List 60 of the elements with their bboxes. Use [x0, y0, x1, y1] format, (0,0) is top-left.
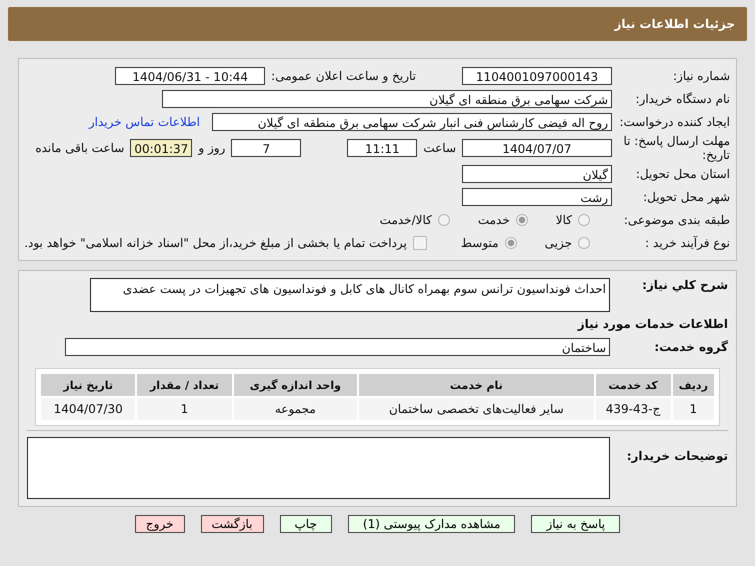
table-cell: 1404/07/30 — [41, 398, 136, 420]
radio-button[interactable] — [578, 237, 590, 249]
field-label: مهلت ارسال پاسخ: تا تاریخ: — [622, 134, 730, 162]
table-cell: مجموعه — [234, 398, 358, 420]
city-field: رشت — [462, 188, 612, 206]
buyer-org-field: شرکت سهامی برق منطقه ای گیلان — [162, 90, 612, 108]
table-cell: 1 — [137, 398, 232, 420]
field-label: ساعت — [423, 141, 456, 155]
days-field: 7 — [231, 139, 302, 157]
countdown-field: 00:01:37 — [130, 139, 192, 157]
checkbox[interactable] — [412, 236, 427, 250]
page-title: جزئیات اطلاعات نیاز — [614, 17, 735, 31]
radio-button[interactable] — [516, 214, 528, 226]
radio-button[interactable] — [578, 214, 590, 226]
creator-field: روح اله فیضی کارشناس فنی انبار شرکت سهامی برق منطقه ای گیلان — [212, 113, 612, 131]
section-heading: اطلاعات خدمات مورد نیاز — [578, 317, 728, 331]
field-label: استان محل تحویل: — [634, 167, 730, 181]
radio-label: کالا — [556, 213, 572, 227]
field-label: گروه خدمت: — [653, 340, 728, 354]
field-label: شهر محل تحویل: — [642, 190, 730, 204]
radio-button[interactable] — [504, 237, 517, 249]
service-group-field: ساختمان — [65, 338, 610, 356]
action-button[interactable]: بازگشت — [200, 515, 264, 533]
deadline-time-field: 11:11 — [347, 139, 418, 157]
announce-date-field: 1404/06/31 - 10:44 — [115, 67, 266, 85]
column-header: نام خدمت — [359, 374, 594, 396]
field-label: طبقه بندی موضوعی: — [622, 213, 730, 227]
radio-button[interactable] — [438, 214, 450, 226]
need-number-field: 1104001097000143 — [462, 67, 612, 85]
column-header: تعداد / مقدار — [137, 374, 232, 396]
action-button[interactable]: مشاهده مدارک پیوستی (1) — [348, 515, 516, 533]
field-label: شرح کلي نياز: — [641, 278, 728, 292]
field-label: نام دستگاه خریدار: — [634, 92, 730, 106]
notes-field[interactable] — [27, 437, 610, 499]
field-label: توضیحات خریدار: — [626, 449, 728, 463]
field-label: تاریخ و ساعت اعلان عمومی: — [271, 69, 416, 83]
table-cell: سایر فعالیت‌های تخصصی ساختمان — [359, 398, 594, 420]
column-header: واحد اندازه گیری — [234, 374, 358, 396]
table-cell: ج-43-439 — [596, 398, 671, 420]
column-header: تاریخ نیاز — [41, 374, 136, 396]
contact-link[interactable]: اطلاعات تماس خریدار — [88, 115, 200, 129]
action-button[interactable]: خروج — [134, 515, 184, 533]
column-header: کد خدمت — [596, 374, 671, 396]
action-button[interactable]: چاپ — [280, 515, 332, 533]
province-field: گیلان — [462, 165, 612, 183]
radio-label: کالا/خدمت — [380, 213, 432, 227]
checkbox-label: پرداخت تمام یا بخشی از مبلغ خرید،از محل "اسناد خزانه اسلامی" خواهد بود. — [24, 236, 407, 250]
radio-label: متوسط — [460, 236, 499, 250]
radio-label: جزیی — [544, 236, 572, 250]
description-field: احداث فونداسیون ترانس سوم بهمراه کانال های کابل و فونداسیون های تجهیزات در پست عضدی — [90, 278, 610, 312]
deadline-date-field: 1404/07/07 — [462, 139, 612, 157]
field-label: روز و — [198, 141, 226, 155]
column-header: ردیف — [672, 374, 714, 396]
field-label: شماره نیاز: — [672, 69, 730, 83]
table-cell: 1 — [672, 398, 714, 420]
action-button[interactable]: پاسخ به نیاز — [531, 515, 620, 533]
radio-label: خدمت — [478, 213, 510, 227]
field-label: ایجاد کننده درخواست: — [618, 115, 730, 129]
field-label: نوع فرآیند خرید : — [644, 236, 730, 250]
field-label: ساعت باقی مانده — [35, 141, 124, 155]
